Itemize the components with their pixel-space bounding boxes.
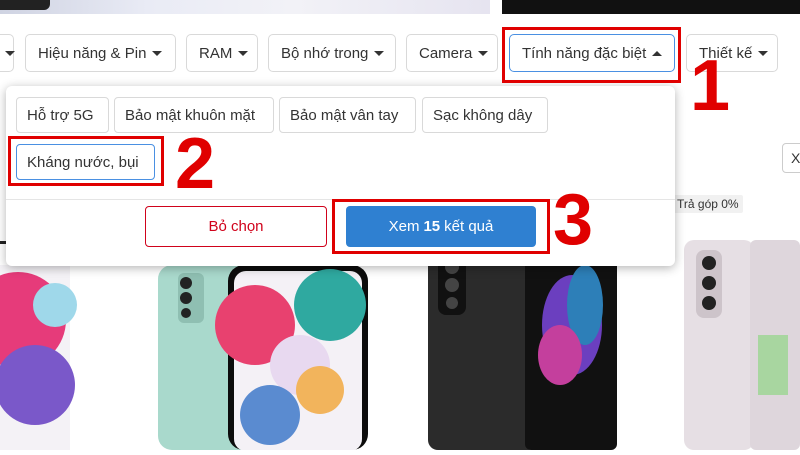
step-number-2: 2 xyxy=(175,124,216,204)
clear-selection-button[interactable]: Bỏ chọn xyxy=(145,206,327,247)
option-label: Sạc không dây xyxy=(433,106,533,124)
caret-down-icon xyxy=(5,50,15,56)
caret-down-icon xyxy=(152,50,163,56)
option-label: Bảo mật khuôn mặt xyxy=(125,106,256,124)
clear-label: Bỏ chọn xyxy=(208,218,264,235)
filter-label: Hiệu năng & Pin xyxy=(38,44,147,62)
close-glyph: X xyxy=(791,150,800,166)
product-image-2[interactable] xyxy=(158,265,368,451)
option-label: Bảo mật vân tay xyxy=(290,106,399,124)
option-label: Hỗ trợ 5G xyxy=(27,106,94,124)
option-fingerprint-security[interactable]: Bảo mật vân tay xyxy=(279,97,416,133)
caret-down-icon xyxy=(238,50,249,56)
banner-image-right xyxy=(502,0,800,14)
filter-button-partial[interactable] xyxy=(0,34,15,72)
option-wireless-charging[interactable]: Sạc không dây xyxy=(422,97,548,133)
step-number-1: 1 xyxy=(690,46,731,126)
filter-storage[interactable]: Bộ nhớ trong xyxy=(268,34,396,72)
step-number-3: 3 xyxy=(553,180,594,260)
product-image-4[interactable] xyxy=(684,240,800,450)
product-image-3[interactable] xyxy=(428,245,617,450)
caret-down-icon xyxy=(758,50,769,56)
filter-performance-battery[interactable]: Hiệu năng & Pin xyxy=(25,34,176,72)
product-image-1[interactable] xyxy=(0,265,77,450)
option-5g[interactable]: Hỗ trợ 5G xyxy=(16,97,109,133)
highlight-box-3 xyxy=(332,199,550,254)
top-banner xyxy=(0,0,800,14)
filter-camera[interactable]: Camera xyxy=(406,34,498,72)
highlight-box-2 xyxy=(8,136,164,186)
filter-label: Camera xyxy=(419,44,473,62)
banner-image-left xyxy=(0,0,490,14)
caret-down-icon xyxy=(478,50,489,56)
highlight-box-1 xyxy=(502,27,681,83)
caret-down-icon xyxy=(374,50,385,56)
close-icon[interactable]: X xyxy=(782,143,800,173)
filter-ram[interactable]: RAM xyxy=(186,34,258,72)
filter-label: RAM xyxy=(199,44,233,62)
filter-label: Bộ nhớ trong xyxy=(281,44,369,62)
